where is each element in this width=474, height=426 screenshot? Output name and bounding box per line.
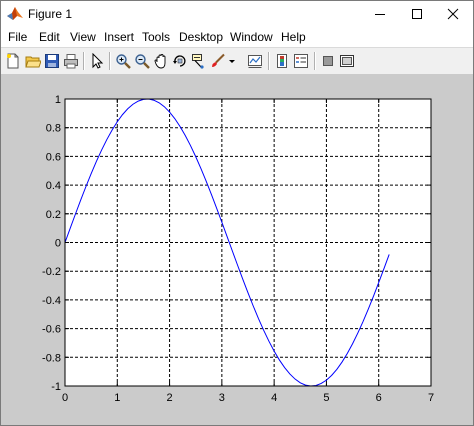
title-bar[interactable]: Figure 1 bbox=[1, 1, 473, 27]
pan-button[interactable] bbox=[152, 52, 170, 70]
window-title: Figure 1 bbox=[28, 7, 73, 21]
edit-plot-arrow-icon bbox=[92, 53, 104, 69]
rotate-3d-button[interactable] bbox=[171, 52, 189, 70]
zoom-in-button[interactable] bbox=[114, 52, 132, 70]
y-tick-label: 0.6 bbox=[46, 151, 61, 163]
figure-toolbar bbox=[1, 47, 473, 75]
x-tick-label: 7 bbox=[428, 392, 434, 404]
x-tick-labels: 0 1 2 3 4 5 6 7 bbox=[62, 392, 434, 404]
brush-dropdown-icon bbox=[229, 60, 235, 63]
x-tick-label: 4 bbox=[271, 392, 277, 404]
rotate-3d-icon bbox=[173, 55, 186, 67]
minimize-icon bbox=[375, 14, 385, 15]
insert-legend-icon bbox=[294, 54, 308, 68]
open-file-icon bbox=[25, 56, 41, 68]
save-icon bbox=[45, 54, 59, 68]
y-tick-label: 0.2 bbox=[46, 209, 61, 221]
toolbar-separator bbox=[268, 52, 270, 70]
toolbar-separator bbox=[314, 52, 316, 70]
menu-desktop[interactable]: Desktop bbox=[179, 30, 223, 44]
show-plot-tools-icon bbox=[340, 55, 354, 67]
toolbar-separator bbox=[83, 52, 85, 70]
menu-insert[interactable]: Insert bbox=[104, 30, 134, 44]
edit-plot-button[interactable] bbox=[88, 52, 106, 70]
maximize-icon bbox=[412, 9, 422, 19]
y-tick-label: 0 bbox=[55, 238, 61, 250]
matlab-logo-icon bbox=[6, 5, 24, 23]
y-tick-label: -0.6 bbox=[42, 324, 61, 336]
x-tick-label: 5 bbox=[323, 392, 329, 404]
new-figure-button[interactable] bbox=[4, 52, 22, 70]
y-tick-label: -0.2 bbox=[42, 266, 61, 278]
x-tick-label: 0 bbox=[62, 392, 68, 404]
menu-help[interactable]: Help bbox=[281, 30, 306, 44]
close-button[interactable] bbox=[432, 1, 473, 27]
toolbar-separator bbox=[109, 52, 111, 70]
hide-plot-tools-button[interactable] bbox=[319, 52, 337, 70]
data-cursor-button[interactable] bbox=[190, 52, 208, 70]
pan-hand-icon bbox=[154, 54, 166, 69]
data-cursor-icon bbox=[192, 54, 204, 69]
plot-svg: 0 1 2 3 4 5 6 7 1 0.8 0.6 0.4 0.2 0 -0.2 -0.4 -0.6 -0.8 -… bbox=[42, 94, 434, 404]
zoom-out-button[interactable] bbox=[133, 52, 151, 70]
print-icon bbox=[64, 54, 78, 69]
brush-button[interactable] bbox=[209, 52, 227, 70]
insert-colorbar-button[interactable] bbox=[273, 52, 291, 70]
x-tick-label: 6 bbox=[376, 392, 382, 404]
insert-legend-button[interactable] bbox=[292, 52, 310, 70]
link-plot-icon bbox=[248, 55, 262, 68]
y-tick-label: 0.8 bbox=[46, 123, 61, 135]
figure-window: Figure 1 File Edit View Insert Tools Des… bbox=[0, 0, 474, 426]
show-plot-tools-button[interactable] bbox=[338, 52, 356, 70]
y-tick-label: -1 bbox=[51, 381, 61, 393]
zoom-in-icon bbox=[116, 54, 131, 69]
x-tick-label: 1 bbox=[114, 392, 120, 404]
menu-tools[interactable]: Tools bbox=[142, 30, 170, 44]
y-tick-label: 1 bbox=[55, 94, 61, 106]
menu-window[interactable]: Window bbox=[230, 30, 273, 44]
hide-plot-tools-icon bbox=[323, 56, 333, 66]
insert-colorbar-icon bbox=[277, 54, 287, 68]
save-button[interactable] bbox=[43, 52, 61, 70]
y-tick-label: 0.4 bbox=[46, 180, 61, 192]
figure-canvas[interactable]: 0 1 2 3 4 5 6 7 1 0.8 0.6 0.4 0.2 0 -0.2 -0.4 -0.6 -0.8 -… bbox=[1, 74, 473, 425]
brush-icon bbox=[212, 53, 225, 67]
open-file-button[interactable] bbox=[24, 52, 42, 70]
y-tick-labels: 1 0.8 0.6 0.4 0.2 0 -0.2 -0.4 -0.6 -0.8 -1 bbox=[42, 94, 61, 393]
brush-dropdown-button[interactable] bbox=[227, 52, 237, 70]
x-tick-label: 2 bbox=[167, 392, 173, 404]
y-tick-label: -0.4 bbox=[42, 295, 61, 307]
menu-bar: File Edit View Insert Tools Desktop Wind… bbox=[1, 27, 473, 47]
link-plot-button[interactable] bbox=[246, 52, 264, 70]
y-tick-label: -0.8 bbox=[42, 352, 61, 364]
menu-file[interactable]: File bbox=[8, 30, 27, 44]
print-button[interactable] bbox=[62, 52, 80, 70]
close-icon bbox=[447, 8, 458, 20]
menu-edit[interactable]: Edit bbox=[39, 30, 60, 44]
new-figure-icon bbox=[7, 53, 19, 69]
menu-view[interactable]: View bbox=[70, 30, 96, 44]
zoom-out-icon bbox=[135, 54, 150, 69]
x-tick-label: 3 bbox=[219, 392, 225, 404]
